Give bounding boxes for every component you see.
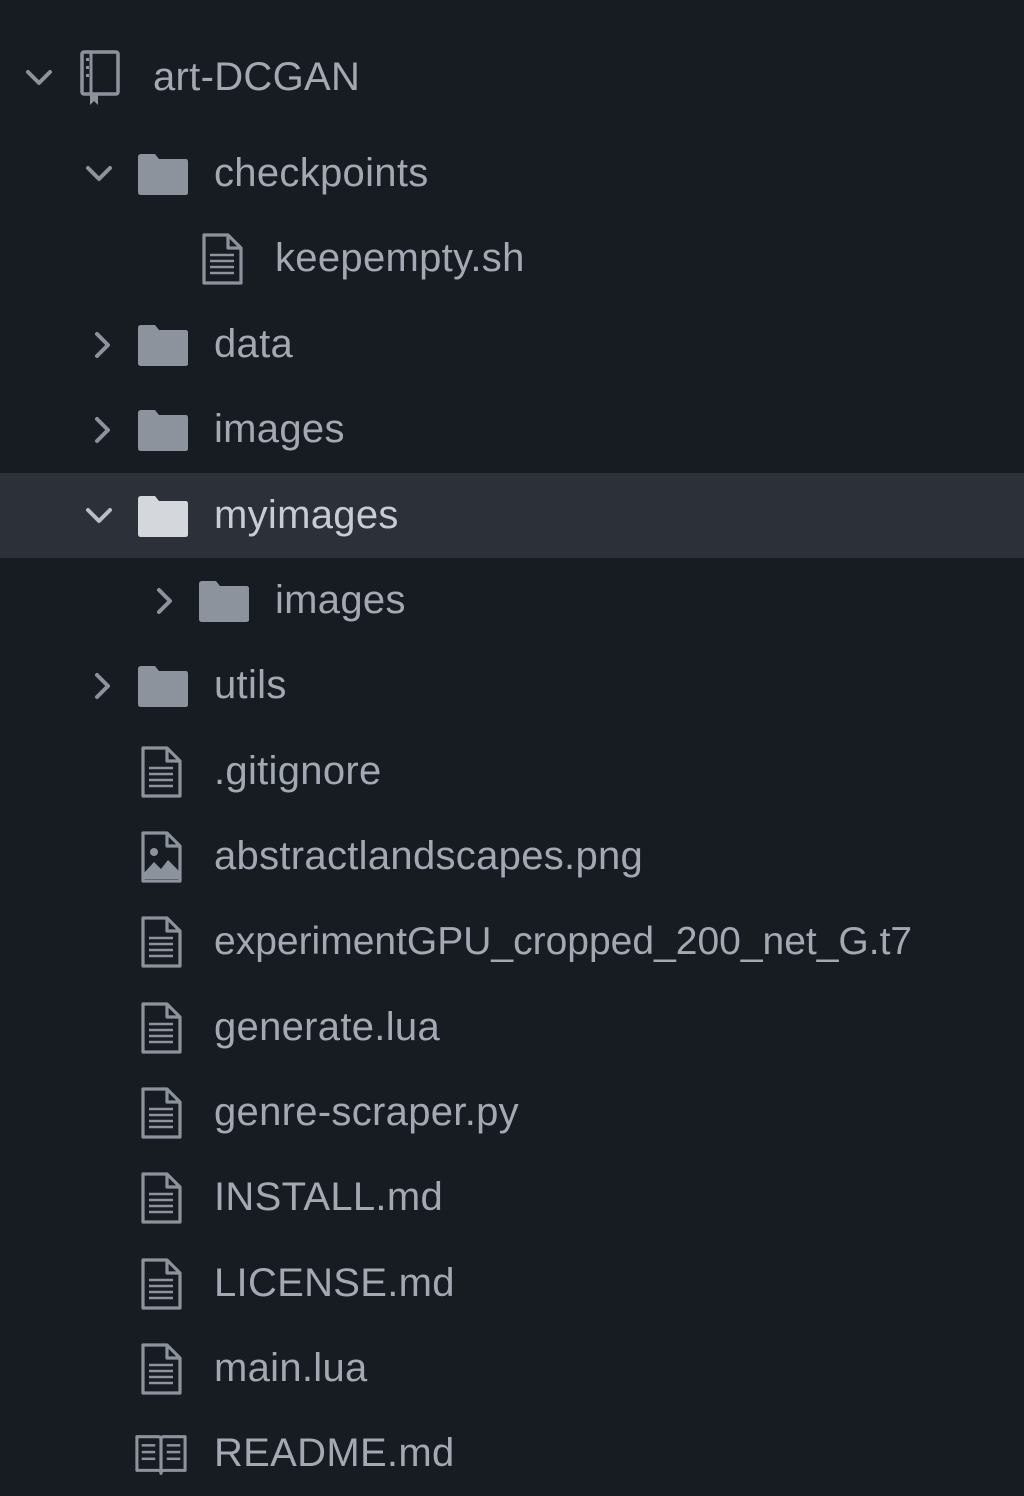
folder-icon xyxy=(137,131,189,216)
file-text-icon xyxy=(135,729,187,814)
tree-item-label: INSTALL.md xyxy=(214,1175,443,1219)
file-text-icon xyxy=(135,1241,187,1326)
chevron-down-icon[interactable] xyxy=(79,131,119,216)
tree-item-file[interactable]: genre-scraper.py xyxy=(0,1070,1024,1155)
folder-icon xyxy=(137,302,189,387)
chevron-down-icon[interactable] xyxy=(79,473,119,558)
file-text-icon xyxy=(135,1070,187,1155)
tree-item-label: keepempty.sh xyxy=(275,236,525,280)
tree-item-label: experimentGPU_cropped_200_net_G.t7 xyxy=(214,920,913,963)
tree-item-label: utils xyxy=(214,663,287,707)
tree-item-label: checkpoints xyxy=(214,151,429,195)
tree-item-folder[interactable]: images xyxy=(0,387,1024,472)
file-text-icon xyxy=(135,1326,187,1411)
tree-item-label: README.md xyxy=(214,1431,455,1475)
tree-item-folder[interactable]: data xyxy=(0,302,1024,387)
tree-item-label: main.lua xyxy=(214,1346,368,1390)
file-text-icon xyxy=(135,899,187,984)
tree-item-file[interactable]: experimentGPU_cropped_200_net_G.t7 xyxy=(0,899,1024,984)
chevron-right-icon[interactable] xyxy=(82,387,122,472)
file-media-icon xyxy=(135,814,187,899)
tree-item-folder-selected[interactable]: myimages xyxy=(0,473,1024,558)
tree-item-file[interactable]: generate.lua xyxy=(0,985,1024,1070)
chevron-right-icon[interactable] xyxy=(82,302,122,387)
tree-item-file[interactable]: README.md xyxy=(0,1411,1024,1496)
tree-item-label: images xyxy=(275,578,406,622)
tree-item-file[interactable]: main.lua xyxy=(0,1326,1024,1411)
tree-item-label: abstractlandscapes.png xyxy=(214,834,644,878)
tree-item-file[interactable]: INSTALL.md xyxy=(0,1155,1024,1240)
tree-item-folder[interactable]: utils xyxy=(0,643,1024,728)
file-tree: art-DCGAN checkpoints keepempty.sh data … xyxy=(0,0,1024,1483)
tree-item-folder[interactable]: images xyxy=(0,558,1024,643)
tree-item-label: generate.lua xyxy=(214,1005,441,1049)
book-icon xyxy=(135,1411,187,1496)
folder-icon xyxy=(137,473,189,558)
folder-icon xyxy=(137,643,189,728)
chevron-right-icon[interactable] xyxy=(144,558,184,643)
tree-item-file[interactable]: keepempty.sh xyxy=(0,216,1024,301)
file-text-icon xyxy=(135,985,187,1070)
project-name: art-DCGAN xyxy=(153,55,361,99)
tree-item-label: LICENSE.md xyxy=(214,1261,455,1305)
tree-item-label: images xyxy=(214,407,345,451)
file-text-icon xyxy=(135,1155,187,1240)
tree-root-art-dcgan[interactable]: art-DCGAN xyxy=(0,35,1024,120)
tree-item-folder[interactable]: checkpoints xyxy=(0,131,1024,216)
repo-icon xyxy=(74,35,126,120)
folder-icon xyxy=(198,558,250,643)
chevron-down-icon[interactable] xyxy=(19,35,59,120)
tree-item-image-file[interactable]: abstractlandscapes.png xyxy=(0,814,1024,899)
tree-item-label: data xyxy=(214,322,294,366)
file-text-icon xyxy=(196,216,248,301)
tree-item-file[interactable]: .gitignore xyxy=(0,729,1024,814)
tree-item-file[interactable]: LICENSE.md xyxy=(0,1241,1024,1326)
tree-item-label: myimages xyxy=(214,493,399,537)
folder-icon xyxy=(137,387,189,472)
tree-item-label: .gitignore xyxy=(214,749,382,793)
chevron-right-icon[interactable] xyxy=(82,643,122,728)
tree-item-label: genre-scraper.py xyxy=(214,1090,519,1134)
